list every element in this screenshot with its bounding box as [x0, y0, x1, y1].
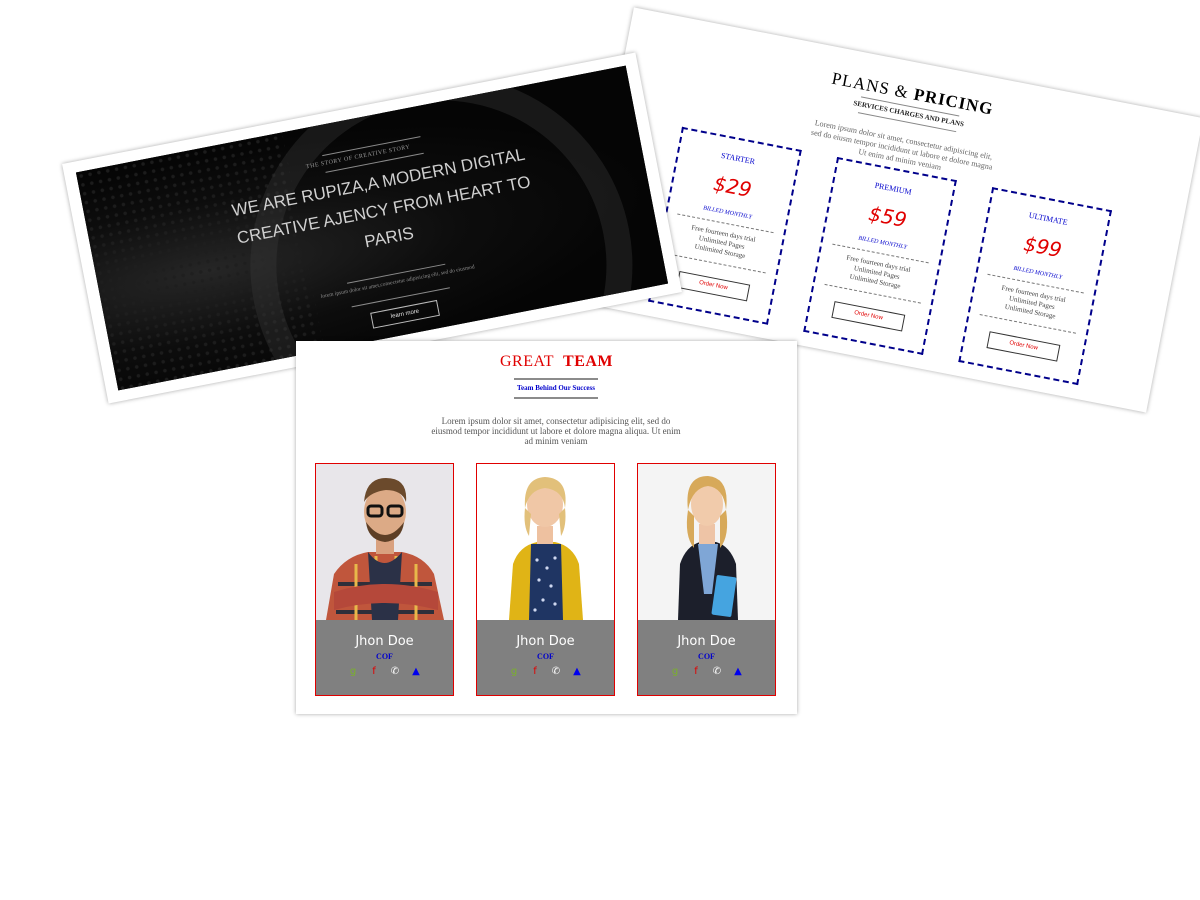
team-member-card: Jhon Doe COF g f ✆ ▲ [315, 463, 454, 696]
google-plus-icon[interactable]: g [669, 666, 681, 678]
member-name: Jhon Doe [355, 634, 414, 649]
team-section: GREAT TEAM Team Behind Our Success Lorem… [296, 341, 797, 714]
member-photo [316, 464, 453, 620]
order-now-button[interactable]: Order Now [676, 270, 751, 302]
facebook-icon[interactable]: f [368, 666, 380, 678]
member-info: Jhon Doe COF g f ✆ ▲ [638, 620, 775, 695]
member-role: COF [537, 652, 554, 661]
social-links: g f ✆ ▲ [477, 666, 614, 678]
team-member-card: Jhon Doe COF g f ✆ ▲ [476, 463, 615, 696]
member-role: COF [698, 652, 715, 661]
plan-card-premium: PREMIUM $59 BILLED MONTHLY Free fourteen… [803, 156, 957, 355]
plan-card-ultimate: ULTIMATE $99 BILLED MONTHLY Free fourtee… [958, 187, 1113, 386]
order-now-button[interactable]: Order Now [986, 331, 1061, 362]
team-subtitle: Team Behind Our Success [517, 384, 595, 392]
social-links: g f ✆ ▲ [638, 666, 775, 678]
team-title: GREAT TEAM [499, 353, 614, 370]
plan-card-starter: STARTER $29 BILLED MONTHLY Free fourteen… [648, 126, 802, 325]
member-info: Jhon Doe COF g f ✆ ▲ [316, 620, 453, 695]
member-name: Jhon Doe [516, 634, 575, 649]
whatsapp-icon[interactable]: ✆ [550, 666, 562, 678]
member-photo [477, 464, 614, 620]
member-photo [638, 464, 775, 620]
divider [514, 397, 598, 399]
whatsapp-icon[interactable]: ✆ [711, 666, 723, 678]
plan-features: Free fourteen days trial Unlimited Pages… [845, 253, 912, 291]
team-member-card: Jhon Doe COF g f ✆ ▲ [637, 463, 776, 696]
plan-features: Free fourteen days trial Unlimited Pages… [1000, 283, 1067, 321]
team-description: Lorem ipsum dolor sit amet, consectetur … [431, 416, 681, 446]
google-plus-icon[interactable]: g [347, 666, 359, 678]
order-now-button[interactable]: Order Now [831, 301, 906, 332]
social-links: g f ✆ ▲ [316, 666, 453, 678]
twitter-icon[interactable]: ▲ [571, 666, 583, 678]
google-plus-icon[interactable]: g [508, 666, 520, 678]
whatsapp-icon[interactable]: ✆ [389, 666, 401, 678]
member-role: COF [376, 652, 393, 661]
facebook-icon[interactable]: f [529, 666, 541, 678]
divider [514, 378, 598, 380]
twitter-icon[interactable]: ▲ [410, 666, 422, 678]
facebook-icon[interactable]: f [690, 666, 702, 678]
member-info: Jhon Doe COF g f ✆ ▲ [477, 620, 614, 695]
plan-features: Free fourteen days trial Unlimited Pages… [690, 223, 757, 261]
member-name: Jhon Doe [677, 634, 736, 649]
twitter-icon[interactable]: ▲ [732, 666, 744, 678]
